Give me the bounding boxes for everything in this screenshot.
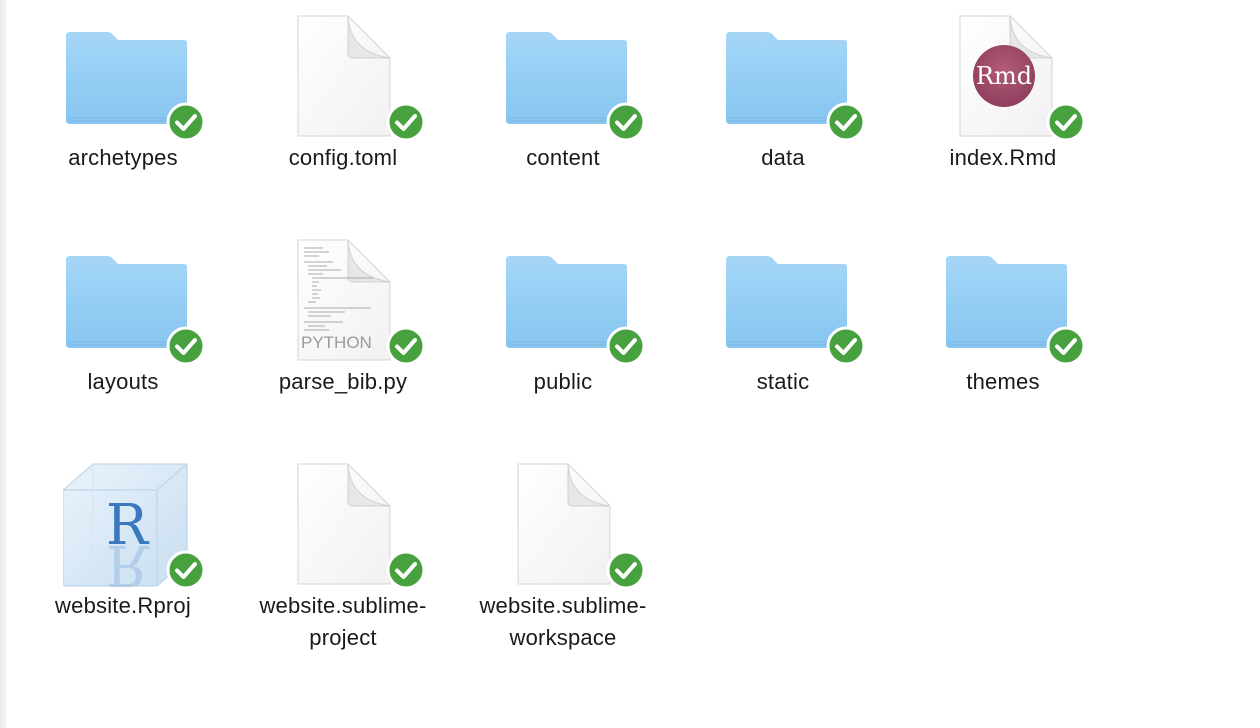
folder-icon bbox=[503, 236, 646, 366]
sync-check-icon bbox=[166, 326, 206, 366]
file-name-label: public bbox=[533, 369, 593, 394]
file-item-parse-bib-py[interactable]: PYTHON parse_bib.py bbox=[238, 224, 448, 439]
file-name-line: project bbox=[309, 625, 377, 650]
folder-item-static[interactable]: static bbox=[678, 224, 888, 439]
sync-check-icon bbox=[1046, 326, 1086, 366]
python-document-icon: PYTHON bbox=[283, 236, 426, 366]
sync-check-icon bbox=[606, 550, 646, 590]
file-name-line: website.sublime- bbox=[259, 593, 427, 618]
file-name-label: index.Rmd bbox=[949, 145, 1057, 170]
document-icon bbox=[503, 460, 646, 590]
folder-item-data[interactable]: data bbox=[678, 0, 888, 215]
sync-check-icon bbox=[166, 102, 206, 142]
sync-check-icon bbox=[386, 550, 426, 590]
folder-icon bbox=[723, 236, 866, 366]
document-icon bbox=[283, 12, 426, 142]
folder-item-content[interactable]: content bbox=[458, 0, 668, 215]
sync-check-icon bbox=[166, 550, 206, 590]
folder-icon bbox=[63, 236, 206, 366]
file-item-website-sublime-project[interactable]: website.sublime- project bbox=[238, 448, 448, 663]
file-name-line: workspace bbox=[509, 625, 617, 650]
sync-check-icon bbox=[826, 326, 866, 366]
folder-item-archetypes[interactable]: archetypes bbox=[18, 0, 228, 215]
file-name-label: archetypes bbox=[68, 145, 178, 170]
file-name-label: website.Rproj bbox=[55, 593, 191, 618]
file-item-website-sublime-workspace[interactable]: website.sublime- workspace bbox=[458, 448, 668, 663]
sync-check-icon bbox=[386, 326, 426, 366]
folder-icon bbox=[63, 12, 206, 142]
rproj-cube-icon: R R bbox=[63, 460, 206, 590]
sync-check-icon bbox=[606, 326, 646, 366]
file-item-index-rmd[interactable]: Rmd index.Rmd bbox=[898, 0, 1108, 215]
file-name-label: website.sublime- workspace bbox=[458, 590, 668, 654]
folder-item-public[interactable]: public bbox=[458, 224, 668, 439]
r-logo-reflection: R bbox=[106, 532, 150, 590]
file-name-line: website.sublime- bbox=[479, 593, 647, 618]
file-name-label: data bbox=[761, 145, 805, 170]
sync-check-icon bbox=[606, 102, 646, 142]
file-name-label: config.toml bbox=[288, 145, 398, 170]
file-item-config-toml[interactable]: config.toml bbox=[238, 0, 448, 215]
document-icon bbox=[283, 460, 426, 590]
sync-check-icon bbox=[1046, 102, 1086, 142]
file-name-label: static bbox=[756, 369, 810, 394]
folder-item-layouts[interactable]: layouts bbox=[18, 224, 228, 439]
folder-item-themes[interactable]: themes bbox=[898, 224, 1108, 439]
file-item-website-rproj[interactable]: R R website.Rproj bbox=[18, 448, 228, 663]
sync-check-icon bbox=[386, 102, 426, 142]
file-name-label: content bbox=[526, 145, 600, 170]
rmd-icon-text: Rmd bbox=[976, 62, 1032, 90]
sync-check-icon bbox=[826, 102, 866, 142]
rmd-document-icon: Rmd bbox=[943, 12, 1086, 142]
file-name-label: themes bbox=[966, 369, 1040, 394]
python-icon-text: PYTHON bbox=[301, 333, 372, 352]
sidebar-edge bbox=[0, 0, 6, 728]
file-name-label: parse_bib.py bbox=[278, 369, 408, 394]
finder-icon-view: archetypes config.toml content data Rmd … bbox=[0, 0, 1260, 728]
folder-icon bbox=[503, 12, 646, 142]
folder-icon bbox=[723, 12, 866, 142]
file-name-label: website.sublime- project bbox=[238, 590, 448, 654]
folder-icon bbox=[943, 236, 1086, 366]
file-name-label: layouts bbox=[87, 369, 159, 394]
